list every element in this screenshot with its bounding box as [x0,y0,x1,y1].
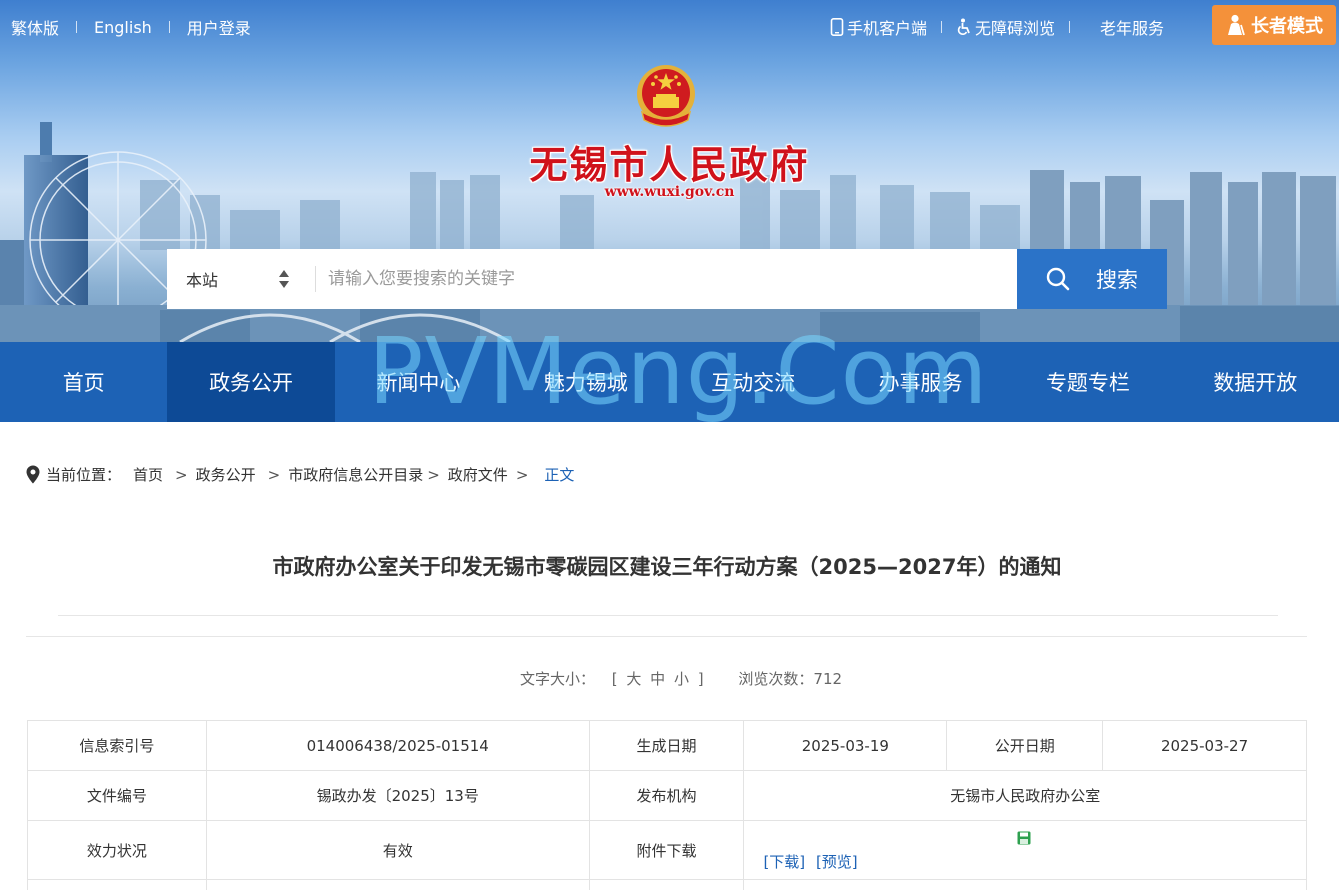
font-size-large-button[interactable]: 大 [626,670,641,688]
empty-cell [205,879,590,890]
traditional-chinese-link[interactable]: 繁体版 [11,15,59,39]
elderly-service-link[interactable]: 老年服务 [1100,15,1164,39]
location-pin-icon [26,465,40,484]
site-title: 无锡市人民政府 [529,142,810,187]
document-info-table: 信息索引号 014006438/2025-01514 生成日期 2025-03-… [27,720,1307,890]
english-link[interactable]: English [94,18,152,37]
search-scope-select[interactable]: 本站 [167,249,315,309]
breadcrumb-home[interactable]: 首页 [133,464,163,485]
font-size-bracket-close: ] [697,670,704,688]
preview-link[interactable]: [预览] [816,853,858,871]
attachment-cell: [下载] [预览] [743,820,1307,880]
breadcrumb-info-catalog[interactable]: 市政府信息公开目录 [288,464,423,485]
nav-government-affairs[interactable]: 政务公开 [167,342,335,422]
national-emblem-icon [637,65,695,127]
attachment-links: [下载] [预览] [763,851,863,872]
top-bar: 繁体版 English 用户登录 手机客户端 无障碍浏览 老年服务 长者模式 [0,0,1339,50]
divider [168,21,170,33]
nav-interaction[interactable]: 互动交流 [670,342,837,422]
nav-special-topics[interactable]: 专题专栏 [1004,342,1171,422]
elder-person-icon [1228,14,1245,36]
breadcrumb-separator: > [515,465,529,484]
updown-arrow-icon [279,270,289,288]
breadcrumb-separator: > [267,465,281,484]
breadcrumb: 当前位置： 首页 > 政务公开 > 市政府信息公开目录 > 政府文件 > 正文 [26,464,574,485]
table-row [27,879,1307,890]
title-divider [58,615,1278,616]
elder-mode-label: 长者模式 [1251,16,1323,37]
page: 繁体版 English 用户登录 手机客户端 无障碍浏览 老年服务 长者模式 无… [0,0,1339,890]
views-label: 浏览次数： [738,670,814,688]
gen-date-label: 生成日期 [588,720,745,771]
font-size-bracket-open: [ [611,670,618,688]
mobile-client-label: 手机客户端 [847,19,928,38]
empty-cell [27,879,207,890]
top-left-links: 繁体版 English 用户登录 [11,15,251,39]
nav-charm-city[interactable]: 魅力锡城 [502,342,669,422]
font-size-medium-button[interactable]: 中 [650,670,665,688]
breadcrumb-gov-documents[interactable]: 政府文件 [448,464,508,485]
search-scope-value: 本站 [186,271,219,290]
issuer-label: 发布机构 [588,770,745,821]
doc-no-label: 文件编号 [27,770,207,821]
search-input[interactable] [328,249,1008,309]
font-size-small-button[interactable]: 小 [674,670,689,688]
font-size-controls: [ 大 中 小 ] [610,670,711,688]
nav-services[interactable]: 办事服务 [837,342,1004,422]
table-row: 信息索引号 014006438/2025-01514 生成日期 2025-03-… [27,720,1307,771]
attachment-area: [下载] [预览] [744,821,1306,879]
empty-cell [743,879,1307,890]
article-meta: 文字大小： [ 大 中 小 ] 浏览次数：712 [0,668,1339,689]
doc-no-value: 锡政办发〔2025〕13号 [205,770,590,821]
search-icon [1046,267,1070,291]
site-url: www.wuxi.gov.cn [604,184,735,200]
article-title: 市政府办公室关于印发无锡市零碳园区建设三年行动方案（2025—2027年）的通知 [272,555,1062,579]
empty-cell [588,879,745,890]
wheelchair-icon [957,18,970,35]
pub-date-label: 公开日期 [946,720,1104,771]
divider [941,21,943,33]
views-count: 712 [813,670,843,688]
table-row: 效力状况 有效 附件下载 [下载] [预览] [27,820,1307,880]
gen-date-value: 2025-03-19 [743,720,948,771]
section-divider [26,636,1307,637]
floppy-disk-icon[interactable] [1017,831,1031,845]
status-label: 效力状况 [27,820,207,880]
top-right-links: 手机客户端 无障碍浏览 老年服务 [830,15,1164,39]
search-button-label: 搜索 [1096,268,1138,292]
breadcrumb-current: 正文 [544,466,575,484]
search-divider [315,266,316,292]
pub-date-value: 2025-03-27 [1102,720,1307,771]
nav-news-center[interactable]: 新闻中心 [335,342,502,422]
breadcrumb-government-affairs[interactable]: 政务公开 [196,464,256,485]
accessible-browse-label: 无障碍浏览 [975,19,1056,38]
status-value: 有效 [205,820,590,880]
phone-icon [830,18,844,36]
index-value: 014006438/2025-01514 [205,720,590,771]
search-bar: 本站 搜索 [167,249,1167,309]
table-row: 文件编号 锡政办发〔2025〕13号 发布机构 无锡市人民政府办公室 [27,770,1307,821]
divider [76,21,78,33]
search-button[interactable]: 搜索 [1017,249,1167,309]
main-nav: 首页 政务公开 新闻中心 魅力锡城 互动交流 办事服务 专题专栏 数据开放 [0,342,1339,422]
breadcrumb-prefix: 当前位置： [46,466,122,484]
elder-mode-button[interactable]: 长者模式 [1212,5,1336,45]
download-link[interactable]: [下载] [763,853,805,871]
breadcrumb-separator: > [427,465,440,484]
header-banner: 繁体版 English 用户登录 手机客户端 无障碍浏览 老年服务 长者模式 无… [0,0,1339,342]
font-size-label: 文字大小： [519,670,595,688]
nav-open-data[interactable]: 数据开放 [1172,342,1339,422]
nav-home[interactable]: 首页 [0,342,167,422]
breadcrumb-separator: > [175,465,188,484]
issuer-value: 无锡市人民政府办公室 [743,770,1307,821]
attach-label: 附件下载 [588,820,745,880]
accessible-browse-link[interactable]: 无障碍浏览 [956,15,1055,39]
divider [1069,21,1071,33]
user-login-link[interactable]: 用户登录 [187,15,251,39]
index-label: 信息索引号 [27,720,207,771]
mobile-client-link[interactable]: 手机客户端 [830,15,927,39]
